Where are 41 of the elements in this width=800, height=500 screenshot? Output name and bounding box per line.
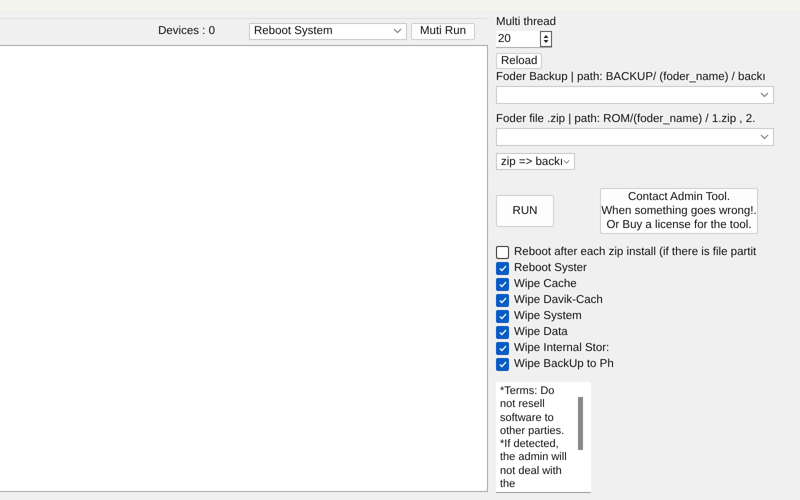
check-icon [498, 312, 506, 320]
spinner-arrows-icon[interactable] [540, 31, 552, 47]
option-label: Wipe BackUp to Ph [514, 358, 614, 370]
check-icon [498, 280, 506, 288]
check-icon [498, 360, 506, 368]
check-icon [498, 328, 506, 336]
run-button[interactable]: RUN [496, 195, 554, 227]
option-label: Wipe Davik-Cach [514, 294, 603, 306]
option-label: Wipe Internal Stor: [514, 342, 610, 354]
checkbox[interactable] [496, 294, 509, 306]
option-label: Wipe System [514, 310, 582, 322]
checkbox[interactable] [496, 342, 509, 354]
direction-dropdown[interactable]: zip => backı [496, 153, 575, 170]
mode-dropdown[interactable]: Reboot System [248, 22, 407, 40]
check-icon [498, 296, 506, 304]
option-label: Reboot after each zip install (if there is file partit [514, 246, 756, 258]
option-label: Wipe Cache [514, 278, 577, 290]
checkbox[interactable] [496, 278, 509, 290]
check-icon [498, 344, 506, 352]
checkbox[interactable] [496, 358, 509, 370]
checkbox[interactable] [496, 262, 509, 274]
checkbox[interactable] [496, 326, 509, 338]
chevron-down-icon [563, 158, 570, 164]
contact-admin-button[interactable]: Contact Admin Tool. When something goes wrong!. Or Buy a license for the tool. [600, 188, 758, 234]
thread-count-field[interactable]: 20 [496, 31, 552, 48]
checkbox[interactable] [496, 246, 509, 258]
chevron-down-icon [760, 134, 769, 140]
devices-count: Devices : 0 [158, 25, 215, 37]
scrollbar-thumb[interactable] [578, 397, 583, 450]
option-label: Reboot Syster [514, 262, 587, 274]
option-label: Wipe Data [514, 326, 568, 338]
check-icon [498, 264, 506, 272]
muti-run-button[interactable]: Muti Run [410, 22, 475, 40]
chevron-down-icon [392, 28, 402, 34]
terms-text: *Terms: Do not resell software to other parties. *If detected, the admin will not deal with the [499, 384, 568, 492]
backup-folder-label: Foder Backup | path: BACKUP/ (foder_name) / backı [496, 71, 767, 83]
chevron-down-icon [760, 92, 769, 98]
zip-folder-label: Foder file .zip | path: ROM/(foder_name) / 1.zip , 2. [496, 113, 756, 125]
checkbox[interactable] [496, 310, 509, 322]
multi-thread-label: Multi thread [496, 16, 558, 28]
reload-button[interactable]: Reload [496, 53, 542, 69]
